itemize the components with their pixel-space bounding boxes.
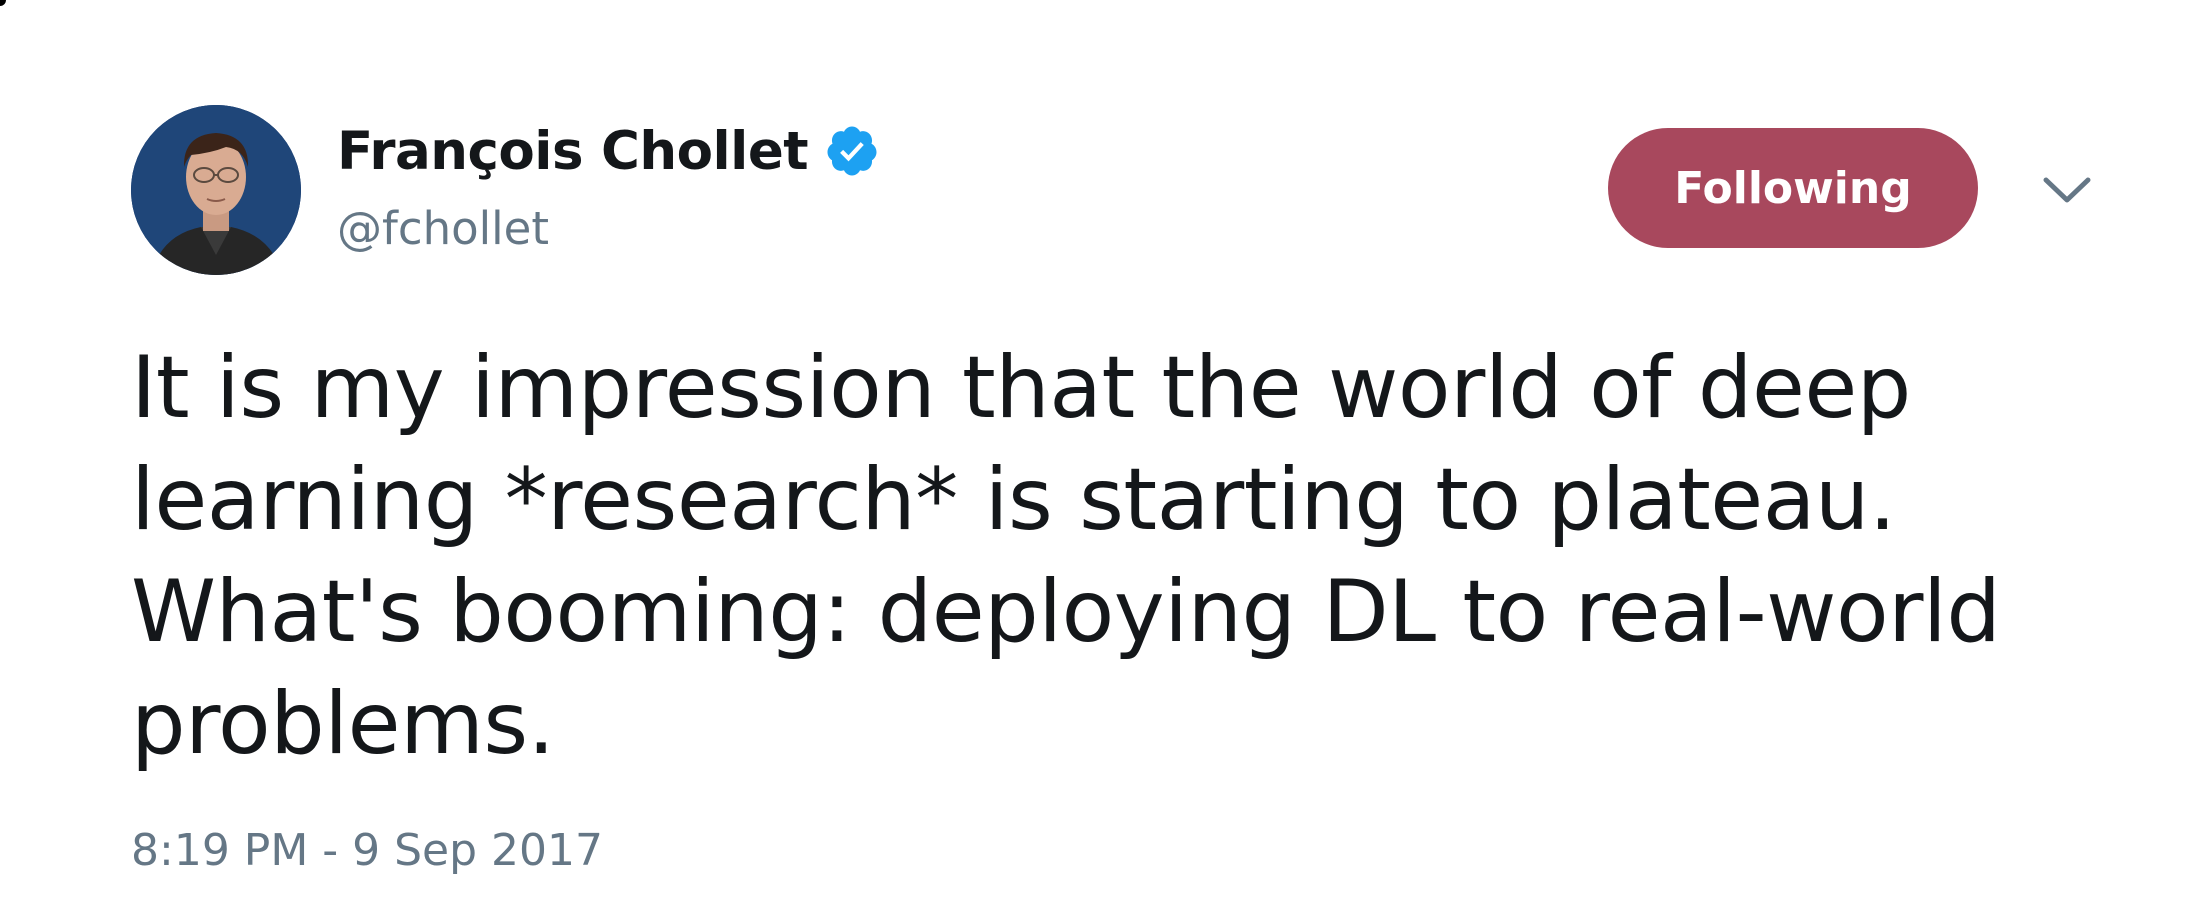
avatar[interactable] [131,105,301,275]
corner-mark [0,0,6,6]
author-display-name[interactable]: François Chollet [337,121,809,182]
chevron-down-icon[interactable] [2040,170,2094,210]
following-button[interactable]: Following [1608,128,1978,248]
profile-photo-icon [131,105,301,275]
tweet-text: It is my impression that the world of de… [131,338,2001,774]
tweet-timestamp[interactable]: 8:19 PM - 9 Sep 2017 [131,825,603,876]
author-handle[interactable]: @fchollet [337,202,549,255]
author-name-row: François Chollet [337,116,880,186]
verified-badge-icon [824,123,880,179]
tweet-card: François Chollet @fchollet Following It … [0,0,2208,911]
